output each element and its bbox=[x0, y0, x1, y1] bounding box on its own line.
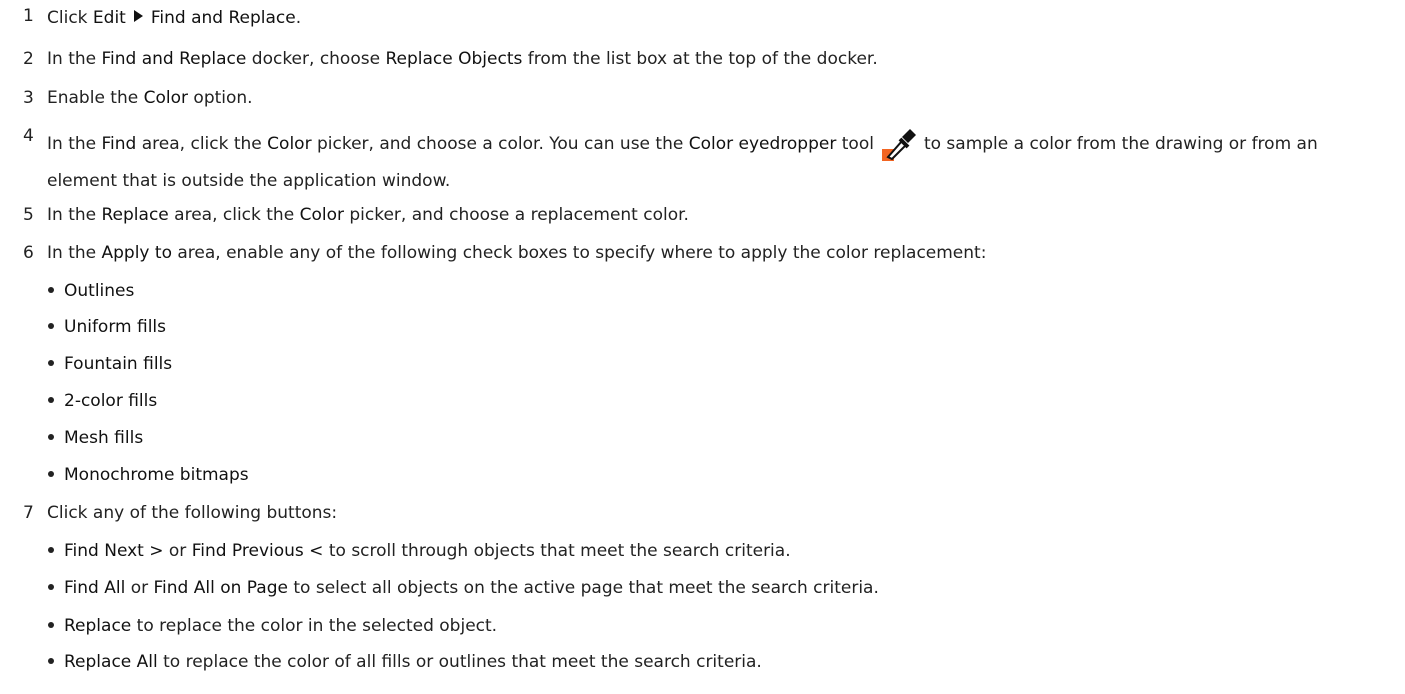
step-text: from the list box at the top of the dock… bbox=[527, 49, 878, 69]
step-text: area, enable any of the following check … bbox=[177, 243, 987, 263]
step-text: . bbox=[295, 8, 302, 28]
step-text: to scroll through objects that meet the … bbox=[328, 541, 791, 561]
list-item: Uniform fills bbox=[48, 317, 166, 337]
bullet-icon bbox=[48, 622, 54, 628]
ui-replace-objects: Replace Objects bbox=[385, 49, 523, 69]
step-text: to select all objects on the active page… bbox=[293, 578, 879, 598]
step-number: 7 bbox=[23, 503, 34, 523]
step-text: Enable the bbox=[47, 88, 139, 108]
ui-color: Color bbox=[299, 205, 344, 225]
step-number: 3 bbox=[23, 88, 34, 108]
step-text: In the bbox=[47, 243, 97, 263]
ui-apply-to: Apply to bbox=[101, 243, 172, 263]
list-item: Replace to replace the color in the sele… bbox=[48, 616, 497, 636]
list-item: Replace All to replace the color of all … bbox=[48, 652, 762, 672]
step-text: or bbox=[130, 578, 149, 598]
step-text: In the bbox=[47, 205, 97, 225]
ui-replace-button: Replace bbox=[64, 616, 132, 636]
step-text: area, click the bbox=[174, 205, 295, 225]
step-text: area, click the bbox=[141, 134, 262, 154]
triangle-right-icon bbox=[133, 10, 143, 22]
list-item: Mesh fills bbox=[48, 428, 143, 448]
ui-find-all-on-page: Find All on Page bbox=[153, 578, 288, 598]
ui-2-color-fills: 2-color fills bbox=[64, 391, 158, 411]
ui-find-previous: Find Previous < bbox=[191, 541, 324, 561]
ui-replace: Replace bbox=[101, 205, 169, 225]
ui-fountain-fills: Fountain fills bbox=[64, 354, 173, 374]
step-number: 6 bbox=[23, 243, 34, 263]
step-number: 1 bbox=[23, 6, 34, 26]
bullet-icon bbox=[48, 547, 54, 553]
step-text: docker, choose bbox=[251, 49, 381, 69]
ui-monochrome-bitmaps: Monochrome bitmaps bbox=[64, 465, 249, 485]
step-text: picker, and choose a replacement color. bbox=[349, 205, 689, 225]
ui-uniform-fills: Uniform fills bbox=[64, 317, 166, 337]
step-text: Click bbox=[47, 8, 88, 28]
bullet-icon bbox=[48, 323, 54, 329]
bullet-icon bbox=[48, 658, 54, 664]
ui-color-eyedropper: Color eyedropper bbox=[688, 134, 837, 154]
list-item: Find Next > or Find Previous < to scroll… bbox=[48, 541, 791, 561]
step-text: or bbox=[168, 541, 187, 561]
bullet-icon bbox=[48, 471, 54, 477]
step-text: In the bbox=[47, 134, 97, 154]
list-item: 2-color fills bbox=[48, 391, 157, 411]
step-text: Click any of the following buttons: bbox=[47, 503, 338, 523]
step-number: 5 bbox=[23, 205, 34, 225]
step-text: picker, and choose a color. You can use … bbox=[316, 134, 684, 154]
ui-outlines: Outlines bbox=[64, 281, 135, 301]
ui-find: Find bbox=[101, 134, 137, 154]
step-number: 4 bbox=[23, 126, 34, 146]
instructions-document: 1 Click Edit Find and Replace. 2 In the F… bbox=[0, 0, 1405, 694]
ui-color: Color bbox=[267, 134, 312, 154]
step-text: option. bbox=[193, 88, 253, 108]
bullet-icon bbox=[48, 584, 54, 590]
step-text: to replace the color of all fills or out… bbox=[163, 652, 762, 672]
eyedropper-icon bbox=[880, 127, 918, 163]
ui-mesh-fills: Mesh fills bbox=[64, 428, 144, 448]
list-item: Monochrome bitmaps bbox=[48, 465, 249, 485]
step-text: In the bbox=[47, 49, 97, 69]
step-number: 2 bbox=[23, 49, 34, 69]
list-item: Outlines bbox=[48, 281, 134, 301]
bullet-icon bbox=[48, 434, 54, 440]
ui-replace-all: Replace All bbox=[64, 652, 158, 672]
step-text: to replace the color in the selected obj… bbox=[136, 616, 498, 636]
menu-find-and-replace: Find and Replace bbox=[150, 8, 296, 28]
bullet-icon bbox=[48, 287, 54, 293]
list-item: Fountain fills bbox=[48, 354, 172, 374]
ui-find-and-replace: Find and Replace bbox=[101, 49, 247, 69]
ui-find-next: Find Next > bbox=[64, 541, 164, 561]
step-text: tool bbox=[841, 134, 874, 154]
ui-find-all: Find All bbox=[64, 578, 126, 598]
bullet-icon bbox=[48, 360, 54, 366]
list-item: Find All or Find All on Page to select a… bbox=[48, 578, 879, 598]
ui-color: Color bbox=[143, 88, 189, 108]
bullet-icon bbox=[48, 397, 54, 403]
menu-edit: Edit bbox=[92, 8, 126, 28]
